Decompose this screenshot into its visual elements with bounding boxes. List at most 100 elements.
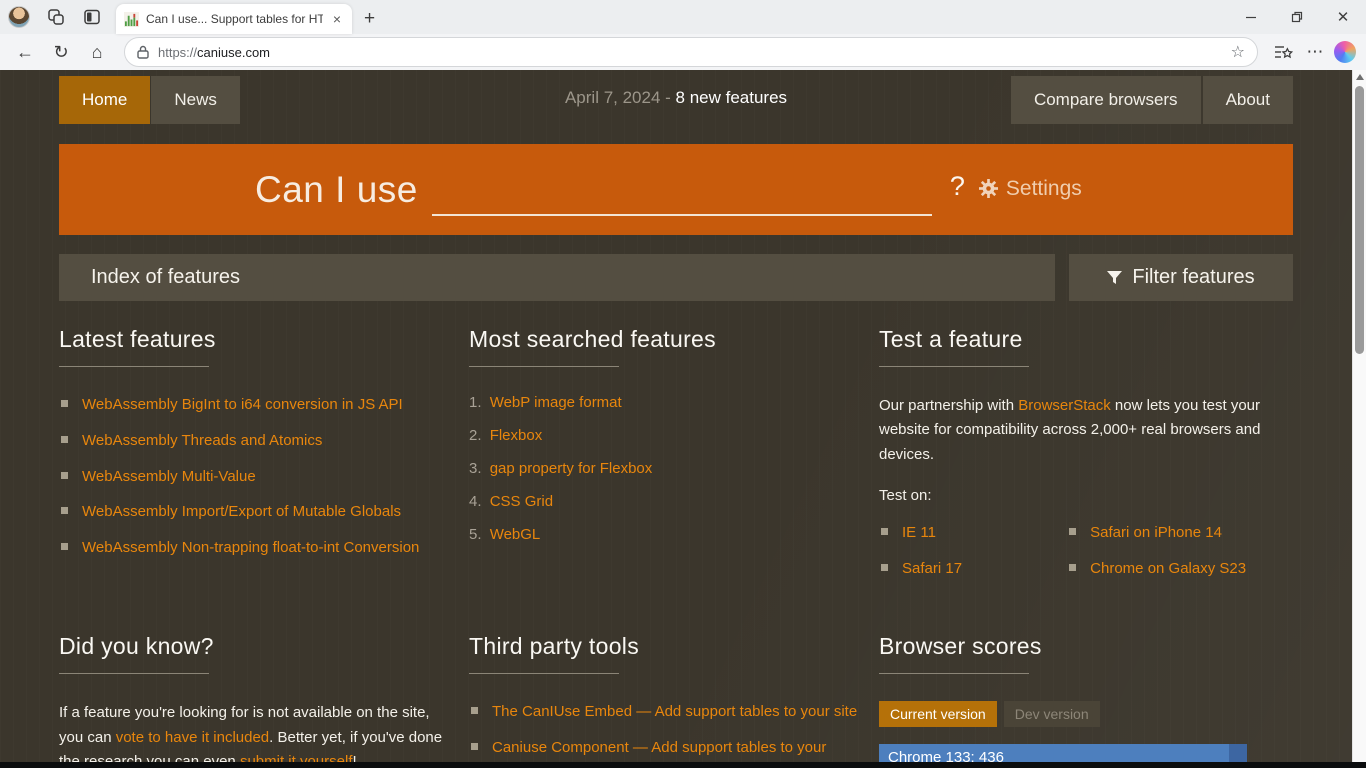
most-searched-section: Most searched features WebP image format… [469, 326, 859, 593]
list-item: WebAssembly BigInt to i64 conversion in … [59, 394, 449, 416]
window-bottom-edge [0, 762, 1366, 768]
tab-close-icon[interactable]: × [330, 11, 344, 27]
test-a-feature-section: Test a feature Our partnership with Brow… [879, 326, 1293, 593]
filter-features-label: Filter features [1132, 266, 1254, 289]
site-nav: Home News April 7, 2024 - 8 new features… [59, 70, 1293, 124]
help-link[interactable]: ? [950, 171, 965, 202]
section-divider [879, 366, 1029, 367]
caniuse-favicon [124, 12, 139, 27]
section-divider [469, 366, 619, 367]
section-divider [59, 673, 209, 674]
feature-link[interactable]: gap property for Flexbox [490, 460, 653, 477]
url-host: caniuse.com [197, 45, 270, 60]
gear-icon [979, 179, 998, 198]
feature-link[interactable]: WebAssembly Threads and Atomics [82, 432, 322, 449]
list-item: IE 11 [879, 522, 1067, 544]
feature-link[interactable]: Flexbox [490, 427, 543, 444]
browser-toolbar: ← ↻ ⌂ https://caniuse.com ☆ ⋯ [0, 34, 1366, 70]
settings-button[interactable]: Settings [979, 177, 1082, 201]
restore-button[interactable] [1274, 0, 1320, 34]
section-title: Browser scores [879, 633, 1293, 660]
new-features-link[interactable]: 8 new features [676, 88, 788, 107]
nav-about[interactable]: About [1203, 76, 1293, 124]
favorite-star-icon[interactable]: ☆ [1231, 42, 1245, 62]
browserstack-paragraph: Our partnership with BrowserStack now le… [879, 394, 1293, 467]
list-item: WebAssembly Multi-Value [59, 466, 449, 488]
list-item: WebAssembly Threads and Atomics [59, 430, 449, 452]
favorites-hub-icon[interactable] [1270, 44, 1296, 61]
list-item: gap property for Flexbox [469, 460, 859, 477]
section-title: Latest features [59, 326, 449, 353]
device-link[interactable]: IE 11 [902, 524, 936, 541]
list-item: Chrome on Galaxy S23 [1067, 558, 1293, 580]
tab-title: Can I use... Support tables for HTM [146, 12, 323, 26]
site-title: Can I use [255, 169, 418, 211]
list-item: CSS Grid [469, 493, 859, 510]
list-item: WebGL [469, 526, 859, 543]
section-divider [879, 673, 1029, 674]
refresh-icon[interactable]: ↻ [46, 37, 76, 67]
section-title: Third party tools [469, 633, 859, 660]
nav-news[interactable]: News [151, 76, 240, 124]
section-title: Did you know? [59, 633, 449, 660]
current-version-button[interactable]: Current version [879, 701, 997, 727]
tab-strip: Can I use... Support tables for HTM × + … [0, 0, 1366, 34]
nav-compare-browsers[interactable]: Compare browsers [1011, 76, 1201, 124]
minimize-button[interactable] [1228, 0, 1274, 34]
feature-link[interactable]: WebAssembly Non-trapping float-to-int Co… [82, 539, 419, 556]
back-icon[interactable]: ← [10, 37, 40, 67]
feature-link[interactable]: WebAssembly Multi-Value [82, 468, 256, 485]
third-party-tools-section: Third party tools The CanIUse Embed — Ad… [469, 633, 859, 768]
browser-scores-section: Browser scores Current version Dev versi… [879, 633, 1293, 768]
device-link[interactable]: Safari on iPhone 14 [1090, 524, 1222, 541]
latest-features-section: Latest features WebAssembly BigInt to i6… [59, 326, 449, 593]
filter-funnel-icon [1107, 271, 1122, 285]
news-date: April 7, 2024 - 8 new features [565, 88, 787, 108]
list-item: Safari 17 [879, 558, 1067, 580]
list-item: Safari on iPhone 14 [1067, 522, 1293, 544]
list-item: The CanIUse Embed — Add support tables t… [469, 701, 859, 723]
section-title: Most searched features [469, 326, 859, 353]
page-scrollbar[interactable] [1352, 70, 1366, 768]
nav-home[interactable]: Home [59, 76, 150, 124]
browser-window: Can I use... Support tables for HTM × + … [0, 0, 1366, 768]
list-item: WebP image format [469, 394, 859, 411]
section-divider [469, 673, 619, 674]
feature-link[interactable]: CSS Grid [490, 493, 553, 510]
test-on-label: Test on: [879, 487, 1293, 504]
filter-features-button[interactable]: Filter features [1069, 254, 1293, 301]
feature-link[interactable]: WebAssembly BigInt to i64 conversion in … [82, 396, 403, 413]
feature-link[interactable]: WebAssembly Import/Export of Mutable Glo… [82, 503, 401, 520]
feature-link[interactable]: WebGL [490, 526, 541, 543]
list-item: WebAssembly Non-trapping float-to-int Co… [59, 537, 449, 559]
section-divider [59, 366, 209, 367]
date-text: April 7, 2024 - [565, 88, 676, 107]
list-item: Flexbox [469, 427, 859, 444]
url-protocol: https:// [158, 45, 197, 60]
did-you-know-paragraph: If a feature you're looking for is not a… [59, 701, 449, 768]
settings-label: Settings [1006, 177, 1082, 201]
section-title: Test a feature [879, 326, 1293, 353]
home-icon[interactable]: ⌂ [82, 37, 112, 67]
close-button[interactable]: ✕ [1320, 0, 1366, 34]
did-you-know-section: Did you know? If a feature you're lookin… [59, 633, 449, 768]
feature-search-input[interactable] [432, 178, 932, 216]
address-bar[interactable]: https://caniuse.com ☆ [124, 37, 1258, 67]
vote-link[interactable]: vote to have it included [116, 729, 269, 746]
dev-version-button[interactable]: Dev version [1004, 701, 1100, 727]
browser-tab[interactable]: Can I use... Support tables for HTM × [116, 4, 352, 34]
profile-avatar[interactable] [8, 6, 30, 28]
scrollbar-up-arrow[interactable] [1356, 74, 1364, 80]
device-link[interactable]: Safari 17 [902, 560, 962, 577]
caniuse-page: Home News April 7, 2024 - 8 new features… [0, 70, 1366, 768]
copilot-icon[interactable] [1334, 41, 1356, 63]
scrollbar-thumb[interactable] [1355, 86, 1364, 354]
device-link[interactable]: Chrome on Galaxy S23 [1090, 560, 1246, 577]
new-tab-button[interactable]: + [364, 8, 375, 30]
more-menu-icon[interactable]: ⋯ [1302, 42, 1328, 62]
browserstack-link[interactable]: BrowserStack [1018, 397, 1111, 414]
feature-link[interactable]: WebP image format [490, 394, 622, 411]
workspaces-icon[interactable] [46, 7, 66, 27]
tab-actions-icon[interactable] [82, 7, 102, 27]
tool-link[interactable]: The CanIUse Embed — Add support tables t… [492, 703, 857, 720]
